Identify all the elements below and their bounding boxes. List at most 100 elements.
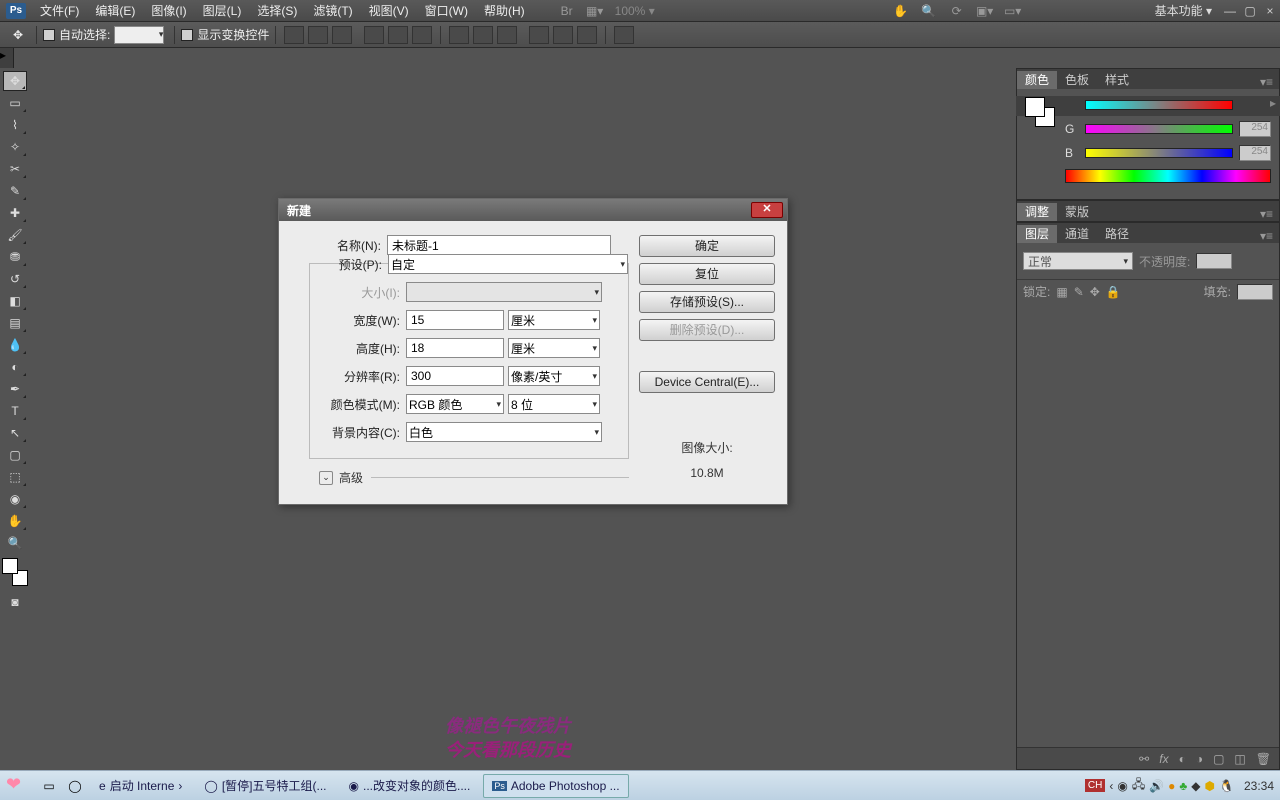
tray-icon-1[interactable]: ◉	[1117, 779, 1127, 793]
clock[interactable]: 23:34	[1244, 779, 1274, 793]
color-panel-menu[interactable]: ▾≡	[1254, 75, 1279, 89]
gradient-tool[interactable]: ▤	[3, 313, 27, 333]
lock-pixels-icon[interactable]: ▦	[1056, 285, 1067, 299]
menu-layer[interactable]: 图层(L)	[195, 2, 250, 19]
taskbar-item-media[interactable]: ◯[暂停]五号特工组(...	[195, 774, 335, 798]
brush-tool[interactable]: 🖌	[3, 225, 27, 245]
dist-btn-6[interactable]	[577, 26, 597, 44]
minimize-button[interactable]: —	[1222, 4, 1238, 18]
menu-edit[interactable]: 编辑(E)	[87, 2, 143, 19]
fx-icon[interactable]: fx	[1159, 752, 1168, 766]
g-slider[interactable]	[1085, 124, 1233, 134]
type-tool[interactable]: T	[3, 401, 27, 421]
3d-camera-tool[interactable]: ◉	[3, 489, 27, 509]
tray-icon-2[interactable]: ●	[1168, 779, 1175, 793]
maximize-button[interactable]: ▢	[1242, 4, 1258, 18]
depth-select[interactable]: 8 位▾	[508, 394, 600, 414]
zoom-level[interactable]: 100% ▾	[615, 4, 655, 18]
pen-tool[interactable]: ✒	[3, 379, 27, 399]
extras-icon[interactable]: ▦▾	[583, 2, 607, 20]
group-icon[interactable]: ▢	[1213, 752, 1224, 766]
blur-tool[interactable]: 💧	[3, 335, 27, 355]
marquee-tool[interactable]: ▭	[3, 93, 27, 113]
b-slider[interactable]	[1085, 148, 1233, 158]
taskbar-item-photoshop[interactable]: PsAdobe Photoshop ...	[483, 774, 628, 798]
auto-select-checkbox[interactable]	[43, 29, 55, 41]
save-preset-button[interactable]: 存储预设(S)...	[639, 291, 775, 313]
dialog-close-button[interactable]: ✕	[751, 202, 783, 218]
lock-brush-icon[interactable]: ✎	[1074, 285, 1084, 299]
ql-desktop-icon[interactable]: ▭	[39, 776, 59, 796]
healing-tool[interactable]: ✚	[3, 203, 27, 223]
show-transform-checkbox[interactable]	[181, 29, 193, 41]
rotate-icon[interactable]: ⟳	[945, 2, 969, 20]
height-input[interactable]	[406, 338, 504, 358]
advanced-toggle[interactable]: ⌄ 高级	[319, 469, 629, 486]
workspace-switcher[interactable]: 基本功能 ▾	[1147, 2, 1220, 19]
eraser-tool[interactable]: ◧	[3, 291, 27, 311]
fg-color-swatch[interactable]	[2, 558, 18, 574]
zoom-tool[interactable]: 🔍	[3, 533, 27, 553]
g-value[interactable]: 254	[1239, 121, 1271, 137]
dist-btn-2[interactable]	[473, 26, 493, 44]
ok-button[interactable]: 确定	[639, 235, 775, 257]
shape-tool[interactable]: ▢	[3, 445, 27, 465]
ime-indicator[interactable]: CH	[1085, 779, 1105, 792]
reset-button[interactable]: 复位	[639, 263, 775, 285]
color-swatches[interactable]	[2, 558, 28, 586]
height-unit-select[interactable]: 厘米▾	[508, 338, 600, 358]
bg-select[interactable]: 白色▾	[406, 422, 602, 442]
screen-mode-icon[interactable]: ▭▾	[1001, 2, 1025, 20]
align-btn-2[interactable]	[308, 26, 328, 44]
b-value[interactable]: 254	[1239, 145, 1271, 161]
move-tool[interactable]: ✥	[3, 71, 27, 91]
tab-paths[interactable]: 路径	[1097, 225, 1137, 243]
tray-icon-5[interactable]: ⬢	[1205, 779, 1215, 793]
tray-network-icon[interactable]: 🖧	[1132, 775, 1145, 796]
tab-layers[interactable]: 图层	[1017, 225, 1057, 243]
taskbar-item-ie[interactable]: e启动 Interne›	[90, 774, 191, 798]
3d-tool[interactable]: ⬚	[3, 467, 27, 487]
width-unit-select[interactable]: 厘米▾	[508, 310, 600, 330]
hand-icon[interactable]: ✋	[889, 2, 913, 20]
fill-input[interactable]	[1237, 284, 1273, 300]
menu-window[interactable]: 窗口(W)	[417, 2, 476, 19]
width-input[interactable]	[406, 310, 504, 330]
stamp-tool[interactable]: ⛃	[3, 247, 27, 267]
tray-icon-3[interactable]: ♣	[1179, 779, 1187, 793]
menu-filter[interactable]: 滤镜(T)	[305, 2, 360, 19]
dist-btn-5[interactable]	[553, 26, 573, 44]
dist-btn-1[interactable]	[449, 26, 469, 44]
menu-help[interactable]: 帮助(H)	[476, 2, 533, 19]
tab-adjust[interactable]: 调整	[1017, 203, 1057, 221]
ql-browser-icon[interactable]: ◯	[65, 776, 85, 796]
align-btn-6[interactable]	[412, 26, 432, 44]
adjust-panel-menu[interactable]: ▾≡	[1254, 207, 1279, 221]
delete-layer-icon[interactable]: 🗑	[1256, 752, 1271, 766]
mask-icon[interactable]: ◐	[1179, 752, 1186, 766]
menu-view[interactable]: 视图(V)	[361, 2, 417, 19]
lock-move-icon[interactable]: ✥	[1090, 285, 1100, 299]
arrange-icon[interactable]: ▣▾	[973, 2, 997, 20]
quickmask-tool[interactable]: ◙	[3, 592, 27, 612]
dialog-titlebar[interactable]: 新建 ✕	[279, 199, 787, 221]
hue-strip[interactable]	[1065, 169, 1271, 183]
lock-all-icon[interactable]: 🔒	[1106, 285, 1121, 299]
new-layer-icon[interactable]: ◫	[1234, 752, 1245, 766]
align-btn-4[interactable]	[364, 26, 384, 44]
dist-btn-4[interactable]	[529, 26, 549, 44]
wand-tool[interactable]: ✧	[3, 137, 27, 157]
menu-file[interactable]: 文件(F)	[32, 2, 87, 19]
tab-color[interactable]: 颜色	[1017, 71, 1057, 89]
toolbar-collapse[interactable]: ▸	[0, 48, 14, 68]
align-btn-5[interactable]	[388, 26, 408, 44]
tab-swatches[interactable]: 色板	[1057, 71, 1097, 89]
panel-color-swatches[interactable]	[1025, 97, 1055, 127]
hand-tool[interactable]: ✋	[3, 511, 27, 531]
mode-select[interactable]: RGB 颜色▾	[406, 394, 504, 414]
res-unit-select[interactable]: 像素/英寸▾	[508, 366, 600, 386]
preset-select[interactable]: 自定▾	[388, 254, 628, 274]
tab-mask[interactable]: 蒙版	[1057, 203, 1097, 221]
layers-panel-menu[interactable]: ▾≡	[1254, 229, 1279, 243]
blend-mode-select[interactable]: 正常▾	[1023, 252, 1133, 270]
